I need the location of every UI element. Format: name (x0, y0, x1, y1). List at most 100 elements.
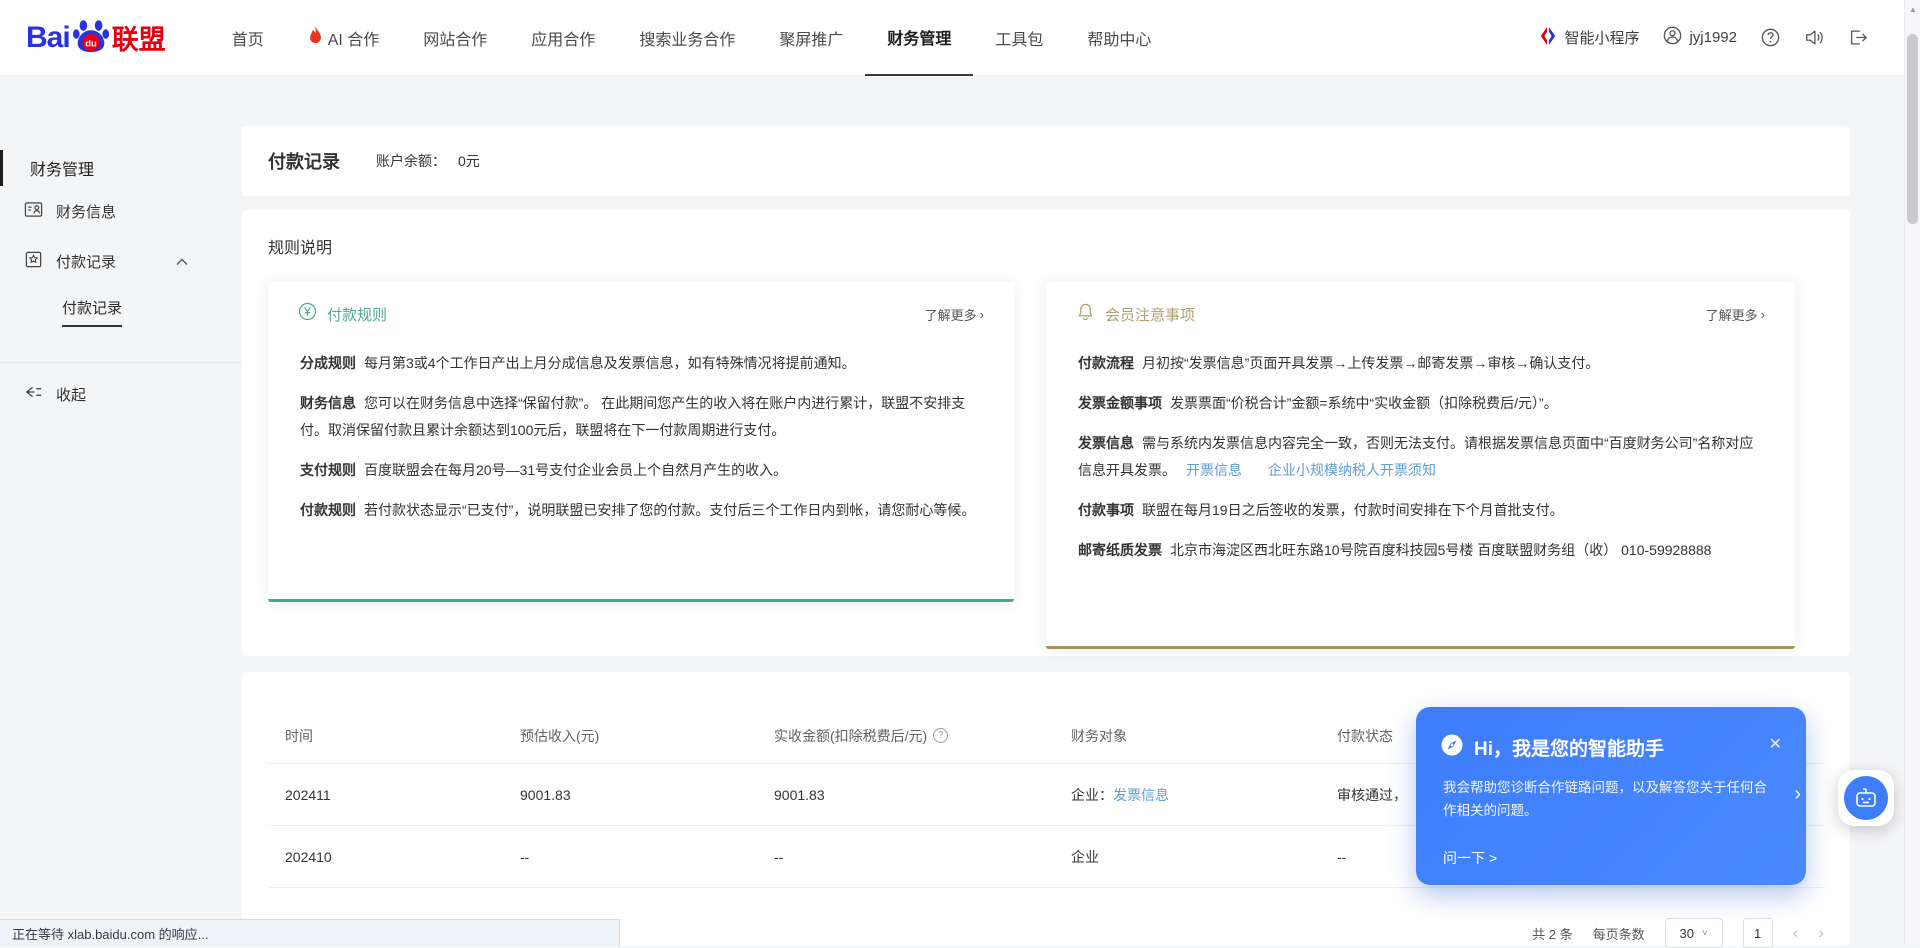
sidebar: 财务管理 财务信息 付款记录 付款记录 (0, 76, 242, 419)
help-circle-icon[interactable]: ? (933, 728, 948, 743)
assistant-popup-header: Hi，我是您的智能助手 (1416, 707, 1806, 762)
user-icon (1663, 26, 1682, 49)
assistant-ask-link[interactable]: 问一下 > (1443, 848, 1497, 868)
finance-info-icon (24, 200, 43, 223)
sidebar-item-finance-info[interactable]: 财务信息 (0, 186, 242, 236)
note-item: 付款事项联盟在每月19日之后签收的发票，付款时间安排在下个月首批支付。 (1078, 497, 1761, 524)
pagination: 共 2 条 每页条数 30 ˅ 1 ‹ › (1532, 918, 1824, 948)
cell-time: 202410 (285, 849, 520, 865)
bell-icon (1076, 302, 1095, 326)
assistant-popup: Hi，我是您的智能助手 ✕ 我会帮助您诊断合作链路问题，以及解答您关于任何合作相… (1416, 707, 1806, 885)
total-count: 共 2 条 (1532, 924, 1572, 943)
logo-bai-text: Bai (26, 21, 70, 55)
payment-rules-card-title: 付款规则 (327, 304, 387, 325)
nav-item-ai[interactable]: AI 合作 (286, 0, 402, 76)
account-balance: 账户余额： 0元 (376, 151, 480, 171)
logo-union-text: 联盟 (112, 18, 166, 57)
payment-rules-card-body: 分成规则每月第3或4个工作日产出上月分成信息及发票信息，如有特殊情况将提前通知。… (268, 326, 1014, 524)
browser-status-text: 正在等待 xlab.baidu.com 的响应... (12, 924, 209, 943)
user-account[interactable]: jyj1992 (1663, 26, 1737, 49)
cell-time: 202411 (285, 787, 520, 803)
small-taxpayer-guide-link[interactable]: 企业小规模纳税人开票须知 (1268, 462, 1436, 478)
browser-status-bubble: 正在等待 xlab.baidu.com 的响应... (0, 919, 620, 946)
cell-estimated-income: 9001.83 (520, 787, 774, 803)
nav-right-tools: 智能小程序 jyj1992 (1539, 26, 1868, 50)
sidebar-collapse-button[interactable]: 收起 (0, 369, 242, 419)
member-notes-card-title: 会员注意事项 (1105, 304, 1195, 325)
per-page-label: 每页条数 (1593, 924, 1645, 943)
miniapp-diamond-icon (1539, 26, 1557, 50)
rules-cards: 付款规则 了解更多 › 分成规则每月第3或4个工作日产出上月分成信息及发票信息，… (268, 282, 1824, 649)
cell-finance-entity: 企业 (1071, 847, 1337, 867)
assistant-floating-button[interactable] (1838, 770, 1894, 826)
payment-rules-card-header: 付款规则 了解更多 › (268, 282, 1014, 326)
page-number-button[interactable]: 1 (1743, 918, 1773, 948)
compass-icon (1440, 733, 1464, 762)
chevron-right-icon: › (1761, 307, 1765, 322)
nav-item-home[interactable]: 首页 (210, 0, 286, 76)
sidebar-item-payment-record[interactable]: 付款记录 (0, 236, 242, 286)
nav-item-juping[interactable]: 聚屏推广 (757, 0, 865, 76)
note-item: 发票金额事项发票票面“价税合计”金额=系统中“实收金额（扣除税费后/元）”。 (1078, 390, 1761, 417)
member-notes-card-body: 付款流程月初按“发票信息”页面开具发票→上传发票→邮寄发票→审核→确认支付。 发… (1046, 326, 1795, 564)
sound-icon[interactable] (1804, 28, 1824, 47)
sidebar-section-title: 财务管理 (0, 150, 242, 186)
rules-panel: 规则说明 付款规则 了解更多 › (242, 210, 1850, 656)
invoice-info-row-link[interactable]: 发票信息 (1113, 787, 1169, 803)
scrollbar[interactable]: ▲ (1904, 0, 1920, 946)
cell-estimated-income: -- (520, 849, 774, 865)
svg-text:du: du (85, 38, 97, 49)
logout-icon[interactable] (1848, 28, 1868, 47)
nav-item-toolkit[interactable]: 工具包 (973, 0, 1065, 76)
flame-icon (308, 26, 323, 49)
nav-item-app[interactable]: 应用合作 (509, 0, 617, 76)
payment-rules-more-link[interactable]: 了解更多 › (925, 305, 984, 324)
note-item: 邮寄纸质发票北京市海淀区西北旺东路10号院百度科技园5号楼 百度联盟财务组（收）… (1078, 537, 1761, 564)
close-icon[interactable]: ✕ (1769, 734, 1782, 754)
nav-item-website[interactable]: 网站合作 (401, 0, 509, 76)
member-notes-card: 会员注意事项 了解更多 › 付款流程月初按“发票信息”页面开具发票→上传发票→邮… (1046, 282, 1795, 649)
col-header-time: 时间 (285, 726, 520, 746)
collapse-icon (24, 384, 43, 404)
col-header-estimated-income: 预估收入(元) (520, 726, 774, 746)
invoice-info-link[interactable]: 开票信息 (1186, 462, 1242, 478)
sidebar-item-finance-info-label: 财务信息 (56, 201, 116, 222)
scroll-up-arrow[interactable]: ▲ (1905, 5, 1920, 14)
rule-item: 分成规则每月第3或4个工作日产出上月分成信息及发票信息，如有特殊情况将提前通知。 (300, 350, 980, 377)
cell-actual-amount: -- (774, 849, 1071, 865)
baidu-paw-icon: du (72, 16, 110, 59)
active-section-indicator (0, 150, 3, 186)
payment-record-icon (24, 250, 43, 273)
nav-item-finance[interactable]: 财务管理 (865, 0, 973, 76)
nav-item-search-business[interactable]: 搜索业务合作 (617, 0, 757, 76)
per-page-select[interactable]: 30 ˅ (1665, 918, 1723, 948)
chevron-up-icon[interactable] (176, 253, 188, 270)
note-item: 付款流程月初按“发票信息”页面开具发票→上传发票→邮寄发票→审核→确认支付。 (1078, 350, 1761, 377)
nav-item-help-center[interactable]: 帮助中心 (1065, 0, 1173, 76)
nav-item-ai-label: AI 合作 (328, 26, 380, 50)
next-page-button[interactable]: › (1818, 923, 1824, 943)
top-nav: Bai du 联盟 首页 AI 合作 网站合作 应用合作 (0, 0, 1920, 76)
help-icon[interactable] (1761, 28, 1780, 47)
prev-page-button[interactable]: ‹ (1793, 923, 1799, 943)
miniapp-label: 智能小程序 (1564, 27, 1639, 48)
scrollbar-thumb[interactable] (1907, 34, 1918, 224)
sidebar-subitem-payment-record[interactable]: 付款记录 (0, 286, 242, 338)
account-balance-label: 账户余额： (376, 151, 446, 171)
sidebar-divider (0, 362, 242, 363)
payment-rules-card: 付款规则 了解更多 › 分成规则每月第3或4个工作日产出上月分成信息及发票信息，… (268, 282, 1014, 602)
sidebar-subitem-payment-record-label: 付款记录 (62, 297, 122, 327)
baidu-union-logo[interactable]: Bai du 联盟 (26, 16, 166, 59)
col-header-actual-amount: 实收金额(扣除税费后/元) ? (774, 726, 1071, 746)
miniapp-entry[interactable]: 智能小程序 (1539, 26, 1639, 50)
robot-icon (1844, 776, 1888, 820)
member-notes-more-link[interactable]: 了解更多 › (1706, 305, 1765, 324)
assistant-popup-title: Hi，我是您的智能助手 (1474, 734, 1664, 761)
chevron-right-icon[interactable]: › (1794, 783, 1801, 806)
chevron-right-icon: › (980, 307, 984, 322)
page-title: 付款记录 (268, 148, 340, 174)
account-balance-value: 0元 (458, 151, 480, 171)
username: jyj1992 (1689, 29, 1737, 46)
assistant-popup-body: 我会帮助您诊断合作链路问题，以及解答您关于任何合作相关的问题。 (1416, 762, 1806, 823)
sidebar-item-payment-record-label: 付款记录 (56, 251, 116, 272)
